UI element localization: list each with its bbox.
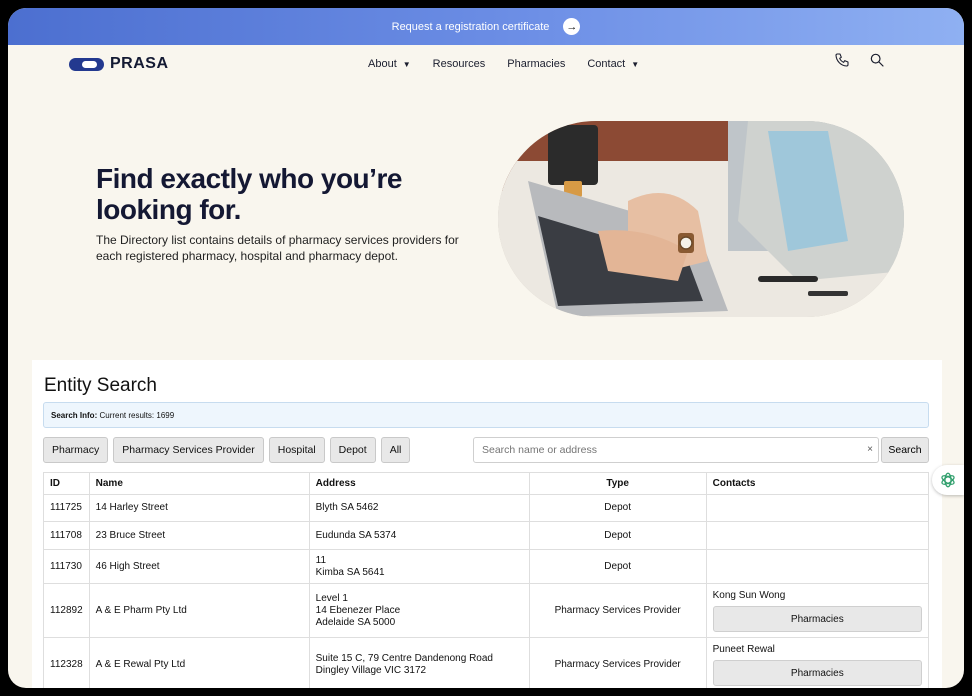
cell-id: 111708 (43, 521, 90, 550)
table-row[interactable]: 111708 23 Bruce Street Eudunda SA 5374 D… (43, 521, 930, 550)
filter-pharmacy-button[interactable]: Pharmacy (43, 437, 109, 463)
brand-name: PRASA (110, 55, 169, 72)
type-filters: Pharmacy Pharmacy Services Provider Hosp… (43, 437, 411, 463)
phone-icon[interactable] (834, 52, 850, 68)
hero-section: Find exactly who you’re looking for. The… (8, 85, 964, 398)
cell-type: Pharmacy Services Provider (528, 583, 707, 638)
nav-item-label: About (368, 58, 397, 70)
address-line: Eudunda SA 5374 (315, 529, 397, 541)
column-header-contacts[interactable]: Contacts (705, 472, 930, 495)
arrow-right-icon[interactable]: → (563, 18, 581, 35)
chevron-down-icon: ▼ (631, 60, 640, 69)
column-header-id[interactable]: ID (43, 472, 90, 495)
pharmacies-button[interactable]: Pharmacies (712, 659, 922, 686)
search-button[interactable]: Search (881, 437, 929, 463)
cell-id: 111725 (43, 494, 90, 522)
cell-name: A & E Pharm Pty Ltd (88, 583, 310, 638)
filter-depot-button[interactable]: Depot (329, 437, 376, 463)
table-row[interactable]: 111730 46 High Street 11 Kimba SA 5641 D… (43, 549, 930, 584)
cell-name: 23 Bruce Street (88, 521, 310, 550)
nav-item-pharmacies[interactable]: Pharmacies (507, 58, 565, 70)
cell-id: 112892 (43, 583, 90, 638)
address-line: 11 (315, 554, 327, 566)
column-header-address[interactable]: Address (308, 472, 530, 495)
search-field: × (473, 437, 879, 463)
cell-contacts: Kong Sun Wong Pharmacies (705, 583, 930, 638)
brand-logo[interactable]: PRASA (69, 55, 169, 73)
address-line: Adelaide SA 5000 (315, 616, 396, 628)
cell-address: Suite 15 C, 79 Centre Dandenong Road Din… (308, 637, 530, 688)
hero-image (498, 121, 904, 317)
assistant-icon (941, 472, 955, 488)
top-banner[interactable]: Request a registration certificate → (8, 8, 964, 45)
table-header-row: ID Name Address Type Contacts (43, 472, 930, 495)
column-header-name[interactable]: Name (88, 472, 310, 495)
table-row[interactable]: 111725 14 Harley Street Blyth SA 5462 De… (43, 494, 930, 522)
cell-address: Blyth SA 5462 (308, 494, 530, 522)
cell-contacts (705, 549, 930, 584)
hero-title: Find exactly who you’re looking for. (96, 163, 402, 225)
filter-hospital-button[interactable]: Hospital (268, 437, 325, 463)
search-icon[interactable] (869, 52, 885, 68)
search-info-text: Current results: 1699 (99, 411, 175, 420)
pharmacies-button[interactable]: Pharmacies (712, 605, 922, 632)
search-info-bar: Search Info: Current results: 1699 (43, 402, 929, 428)
address-line: 14 Ebenezer Place (315, 604, 401, 616)
main-nav: PRASA About ▼ Resources Pharmacies Contac… (8, 45, 964, 85)
address-line: Blyth SA 5462 (315, 502, 379, 513)
page-frame: Request a registration certificate → PRA… (8, 8, 964, 688)
cell-contacts: Puneet Rewal Pharmacies (705, 637, 930, 688)
cell-name: 14 Harley Street (88, 494, 310, 522)
nav-item-resources[interactable]: Resources (433, 58, 486, 70)
filter-all-button[interactable]: All (380, 437, 411, 463)
entity-search-title: Entity Search (44, 375, 157, 396)
cell-id: 112328 (43, 637, 90, 688)
hero-description: The Directory list contains details of p… (96, 233, 459, 263)
column-header-type[interactable]: Type (528, 472, 707, 495)
nav-menu: About ▼ Resources Pharmacies Contact ▼ (368, 58, 639, 70)
nav-item-about[interactable]: About ▼ (368, 58, 411, 70)
nav-item-contact[interactable]: Contact ▼ (587, 58, 639, 70)
chevron-down-icon: ▼ (402, 60, 411, 69)
address-line: Dingley Village VIC 3172 (315, 664, 427, 676)
address-line: Level 1 (315, 592, 348, 604)
nav-item-label: Contact (587, 58, 626, 70)
cell-type: Pharmacy Services Provider (528, 637, 707, 688)
cell-type: Depot (528, 521, 707, 550)
table-row[interactable]: 112892 A & E Pharm Pty Ltd Level 1 14 Eb… (43, 583, 930, 638)
cell-type: Depot (528, 494, 707, 522)
cell-name: 46 High Street (88, 549, 310, 584)
search-input[interactable] (474, 438, 854, 462)
clear-search-icon[interactable]: × (867, 444, 873, 455)
contact-name: Kong Sun Wong (712, 589, 786, 601)
filter-pharmacy-services-provider-button[interactable]: Pharmacy Services Provider (113, 437, 264, 463)
cell-name: A & E Rewal Pty Ltd (88, 637, 310, 688)
cell-id: 111730 (43, 549, 90, 584)
banner-text[interactable]: Request a registration certificate (392, 21, 550, 33)
address-line: Kimba SA 5641 (315, 566, 385, 578)
cell-type: Depot (528, 549, 707, 584)
entity-table: ID Name Address Type Contacts 111725 14 … (43, 472, 930, 688)
cell-contacts (705, 494, 930, 522)
cell-address: 11 Kimba SA 5641 (308, 549, 530, 584)
entity-search-panel: Entity Search Search Info: Current resul… (32, 360, 942, 688)
search-info-label: Search Info: (51, 411, 98, 420)
laptop-typing-illustration (498, 121, 904, 317)
assistant-button[interactable] (932, 465, 964, 495)
address-line: Suite 15 C, 79 Centre Dandenong Road (315, 652, 493, 664)
logo-mark (69, 57, 104, 71)
table-row[interactable]: 112328 A & E Rewal Pty Ltd Suite 15 C, 7… (43, 637, 930, 688)
cell-address: Level 1 14 Ebenezer Place Adelaide SA 50… (308, 583, 530, 638)
contact-name: Puneet Rewal (712, 643, 775, 655)
cell-contacts (705, 521, 930, 550)
cell-address: Eudunda SA 5374 (308, 521, 530, 550)
